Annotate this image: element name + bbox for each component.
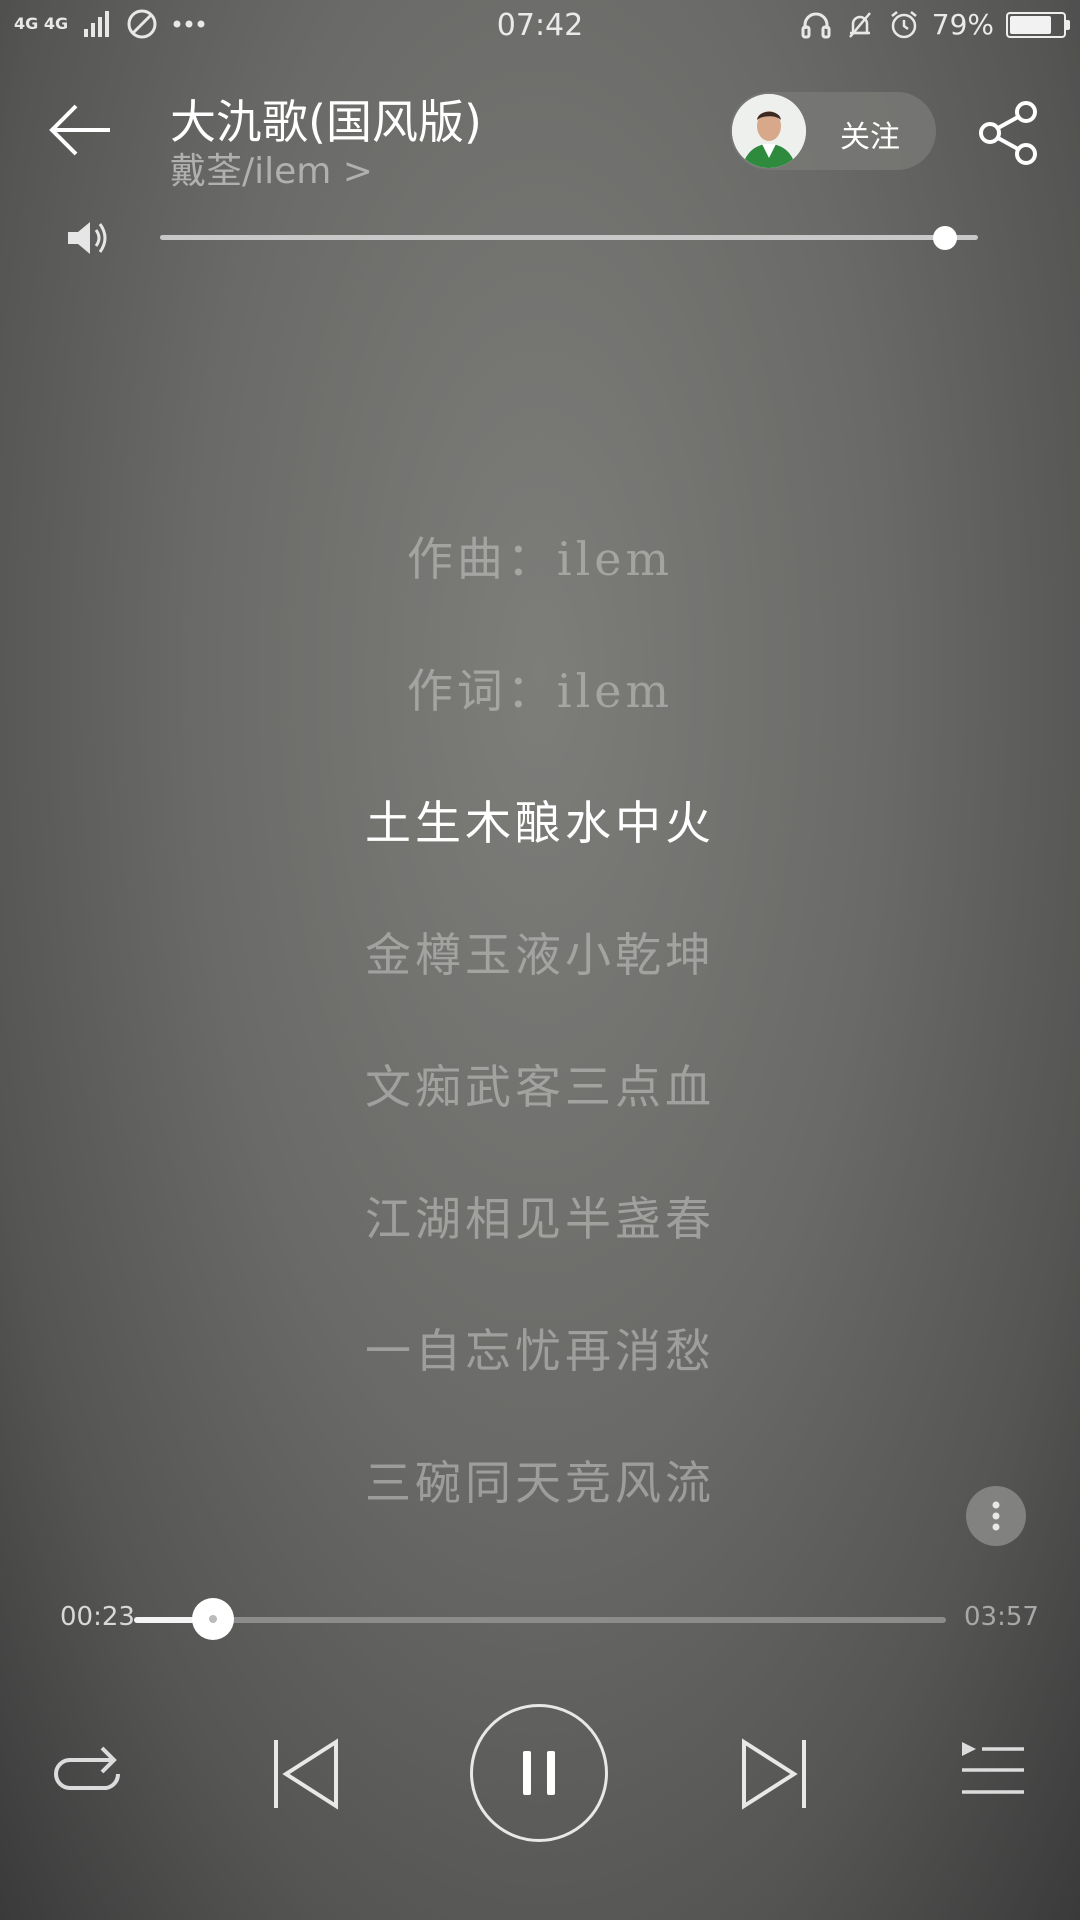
avatar-portrait-icon — [732, 94, 806, 168]
lyric-line: 金樽玉液小乾坤 — [365, 928, 715, 982]
next-icon[interactable] — [738, 1736, 810, 1812]
share-icon[interactable] — [976, 100, 1042, 166]
lyrics-panel[interactable]: 作曲：ilem 作词：ilem 土生木酿水中火 金樽玉液小乾坤 文痴武客三点血 江湖相见半… — [0, 490, 1080, 1546]
alarm-icon — [890, 10, 917, 38]
progress-thumb[interactable] — [191, 1598, 234, 1640]
status-right: 79% — [800, 8, 1070, 41]
volume-slider-track[interactable] — [160, 235, 978, 240]
lyric-line: 作曲：ilem — [406, 532, 674, 586]
avatar — [732, 94, 806, 168]
status-bar: 4G 4G 07:42 79% — [0, 0, 1080, 56]
bell-off-icon — [848, 11, 871, 38]
headset-icon — [801, 12, 831, 38]
more-options-button[interactable] — [966, 1486, 1026, 1546]
repeat-icon[interactable] — [50, 1740, 126, 1806]
volume-slider-thumb[interactable] — [933, 226, 958, 250]
battery-icon — [1006, 11, 1070, 38]
follow-button[interactable]: 关注 — [730, 92, 936, 170]
pause-icon — [523, 1751, 555, 1795]
lyric-line: 江湖相见半盏春 — [365, 1192, 715, 1246]
lyric-line: 三碗同天竞风流 — [365, 1456, 715, 1510]
vertical-dots-icon — [992, 1501, 1000, 1531]
lyric-line: 文痴武客三点血 — [365, 1060, 715, 1114]
previous-icon[interactable] — [270, 1736, 342, 1812]
battery-fill — [1010, 15, 1052, 34]
volume-icon[interactable] — [66, 218, 110, 258]
lyric-line-active: 土生木酿水中火 — [365, 796, 715, 850]
playlist-icon[interactable] — [960, 1740, 1026, 1800]
battery-percent: 79% — [931, 8, 994, 41]
back-arrow-icon[interactable] — [46, 100, 116, 160]
progress-track[interactable] — [134, 1617, 946, 1623]
lyric-line: 作词：ilem — [406, 664, 674, 718]
current-time: 00:23 — [60, 1602, 135, 1632]
lyric-line: 一自忘忧再消愁 — [365, 1324, 715, 1378]
total-time: 03:57 — [964, 1602, 1039, 1632]
artist-link[interactable]: 戴荃/ilem > — [170, 142, 373, 194]
pause-button[interactable] — [470, 1704, 608, 1842]
follow-label: 关注 — [840, 120, 900, 155]
